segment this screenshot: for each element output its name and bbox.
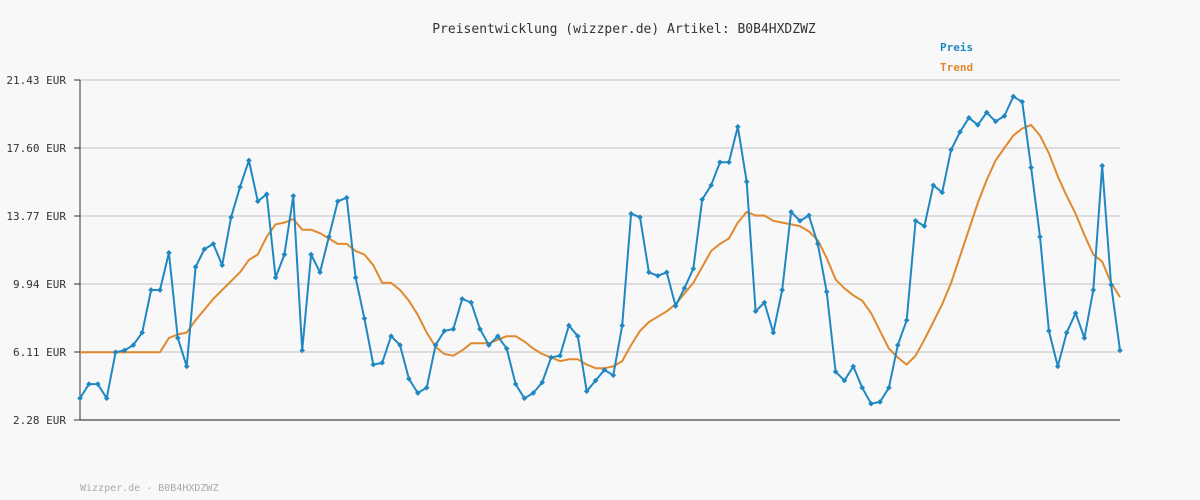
data-point-preis (379, 359, 386, 366)
chart-title: Preisentwicklung (wizzper.de) Artikel: B… (432, 22, 816, 37)
data-point-preis (334, 198, 341, 205)
data-point-preis (343, 194, 350, 201)
data-point-preis (743, 178, 750, 185)
data-point-preis (468, 299, 474, 306)
series-line-trend (80, 123, 1121, 370)
y-axis-ticks: 21.43 EUR 17.60 EUR 13.77 EUR 9.94 EUR 6.11 … (6, 74, 80, 427)
data-point-preis (770, 329, 777, 336)
data-point-preis (1099, 162, 1106, 169)
legend-preis: Preis (940, 41, 973, 54)
data-point-preis (548, 354, 554, 361)
data-point-preis (1090, 287, 1097, 293)
y-tick-label: 9.94 EUR (13, 278, 66, 291)
y-tick-label: 13.77 EUR (6, 210, 66, 223)
y-tick-label: 6.11 EUR (13, 346, 66, 359)
data-point-preis (148, 287, 154, 293)
data-point-preis (370, 361, 377, 368)
data-point-preis (272, 274, 279, 281)
price-chart: Preisentwicklung (wizzper.de) Artikel: B… (0, 0, 1200, 500)
data-point-preis (352, 274, 359, 281)
chart-svg: Preisentwicklung (wizzper.de) Artikel: B… (6, 22, 1123, 494)
data-point-preis (1046, 328, 1052, 334)
data-point-preis (361, 315, 368, 322)
data-point-preis (894, 342, 901, 348)
data-point-preis (183, 363, 190, 370)
data-point-preis (157, 287, 163, 293)
data-point-preis (903, 317, 910, 324)
y-tick-label: 21.43 EUR (6, 74, 66, 87)
data-point-preis (1037, 233, 1043, 240)
data-point-preis (734, 123, 741, 130)
data-point-preis (654, 272, 661, 279)
data-point-preis (281, 251, 288, 258)
data-point-preis (1054, 363, 1061, 370)
data-point-preis (663, 269, 670, 276)
y-tick-label: 2.28 EUR (13, 414, 66, 427)
data-point-preis (1081, 335, 1088, 341)
data-point-preis (246, 157, 252, 164)
data-point-preis (619, 322, 626, 329)
data-point-preis (237, 184, 243, 190)
data-point-preis (450, 326, 457, 332)
data-point-preis (166, 249, 172, 256)
data-point-preis (459, 296, 466, 302)
data-point-preis (646, 269, 652, 276)
data-point-preis (290, 193, 297, 199)
data-point-preis (823, 288, 830, 295)
series-layer (77, 93, 1123, 407)
footer-text: Wizzper.de - B0B4HXDZWZ (80, 483, 218, 494)
data-point-preis (726, 159, 732, 166)
data-point-preis (717, 159, 723, 166)
legend-trend: Trend (940, 61, 973, 74)
y-tick-label: 17.60 EUR (6, 142, 66, 155)
data-point-preis (219, 262, 226, 269)
data-point-preis (557, 352, 563, 359)
data-point-preis (112, 349, 119, 356)
data-point-preis (779, 287, 786, 293)
series-line-preis (79, 95, 1121, 405)
data-point-preis (1028, 164, 1034, 171)
